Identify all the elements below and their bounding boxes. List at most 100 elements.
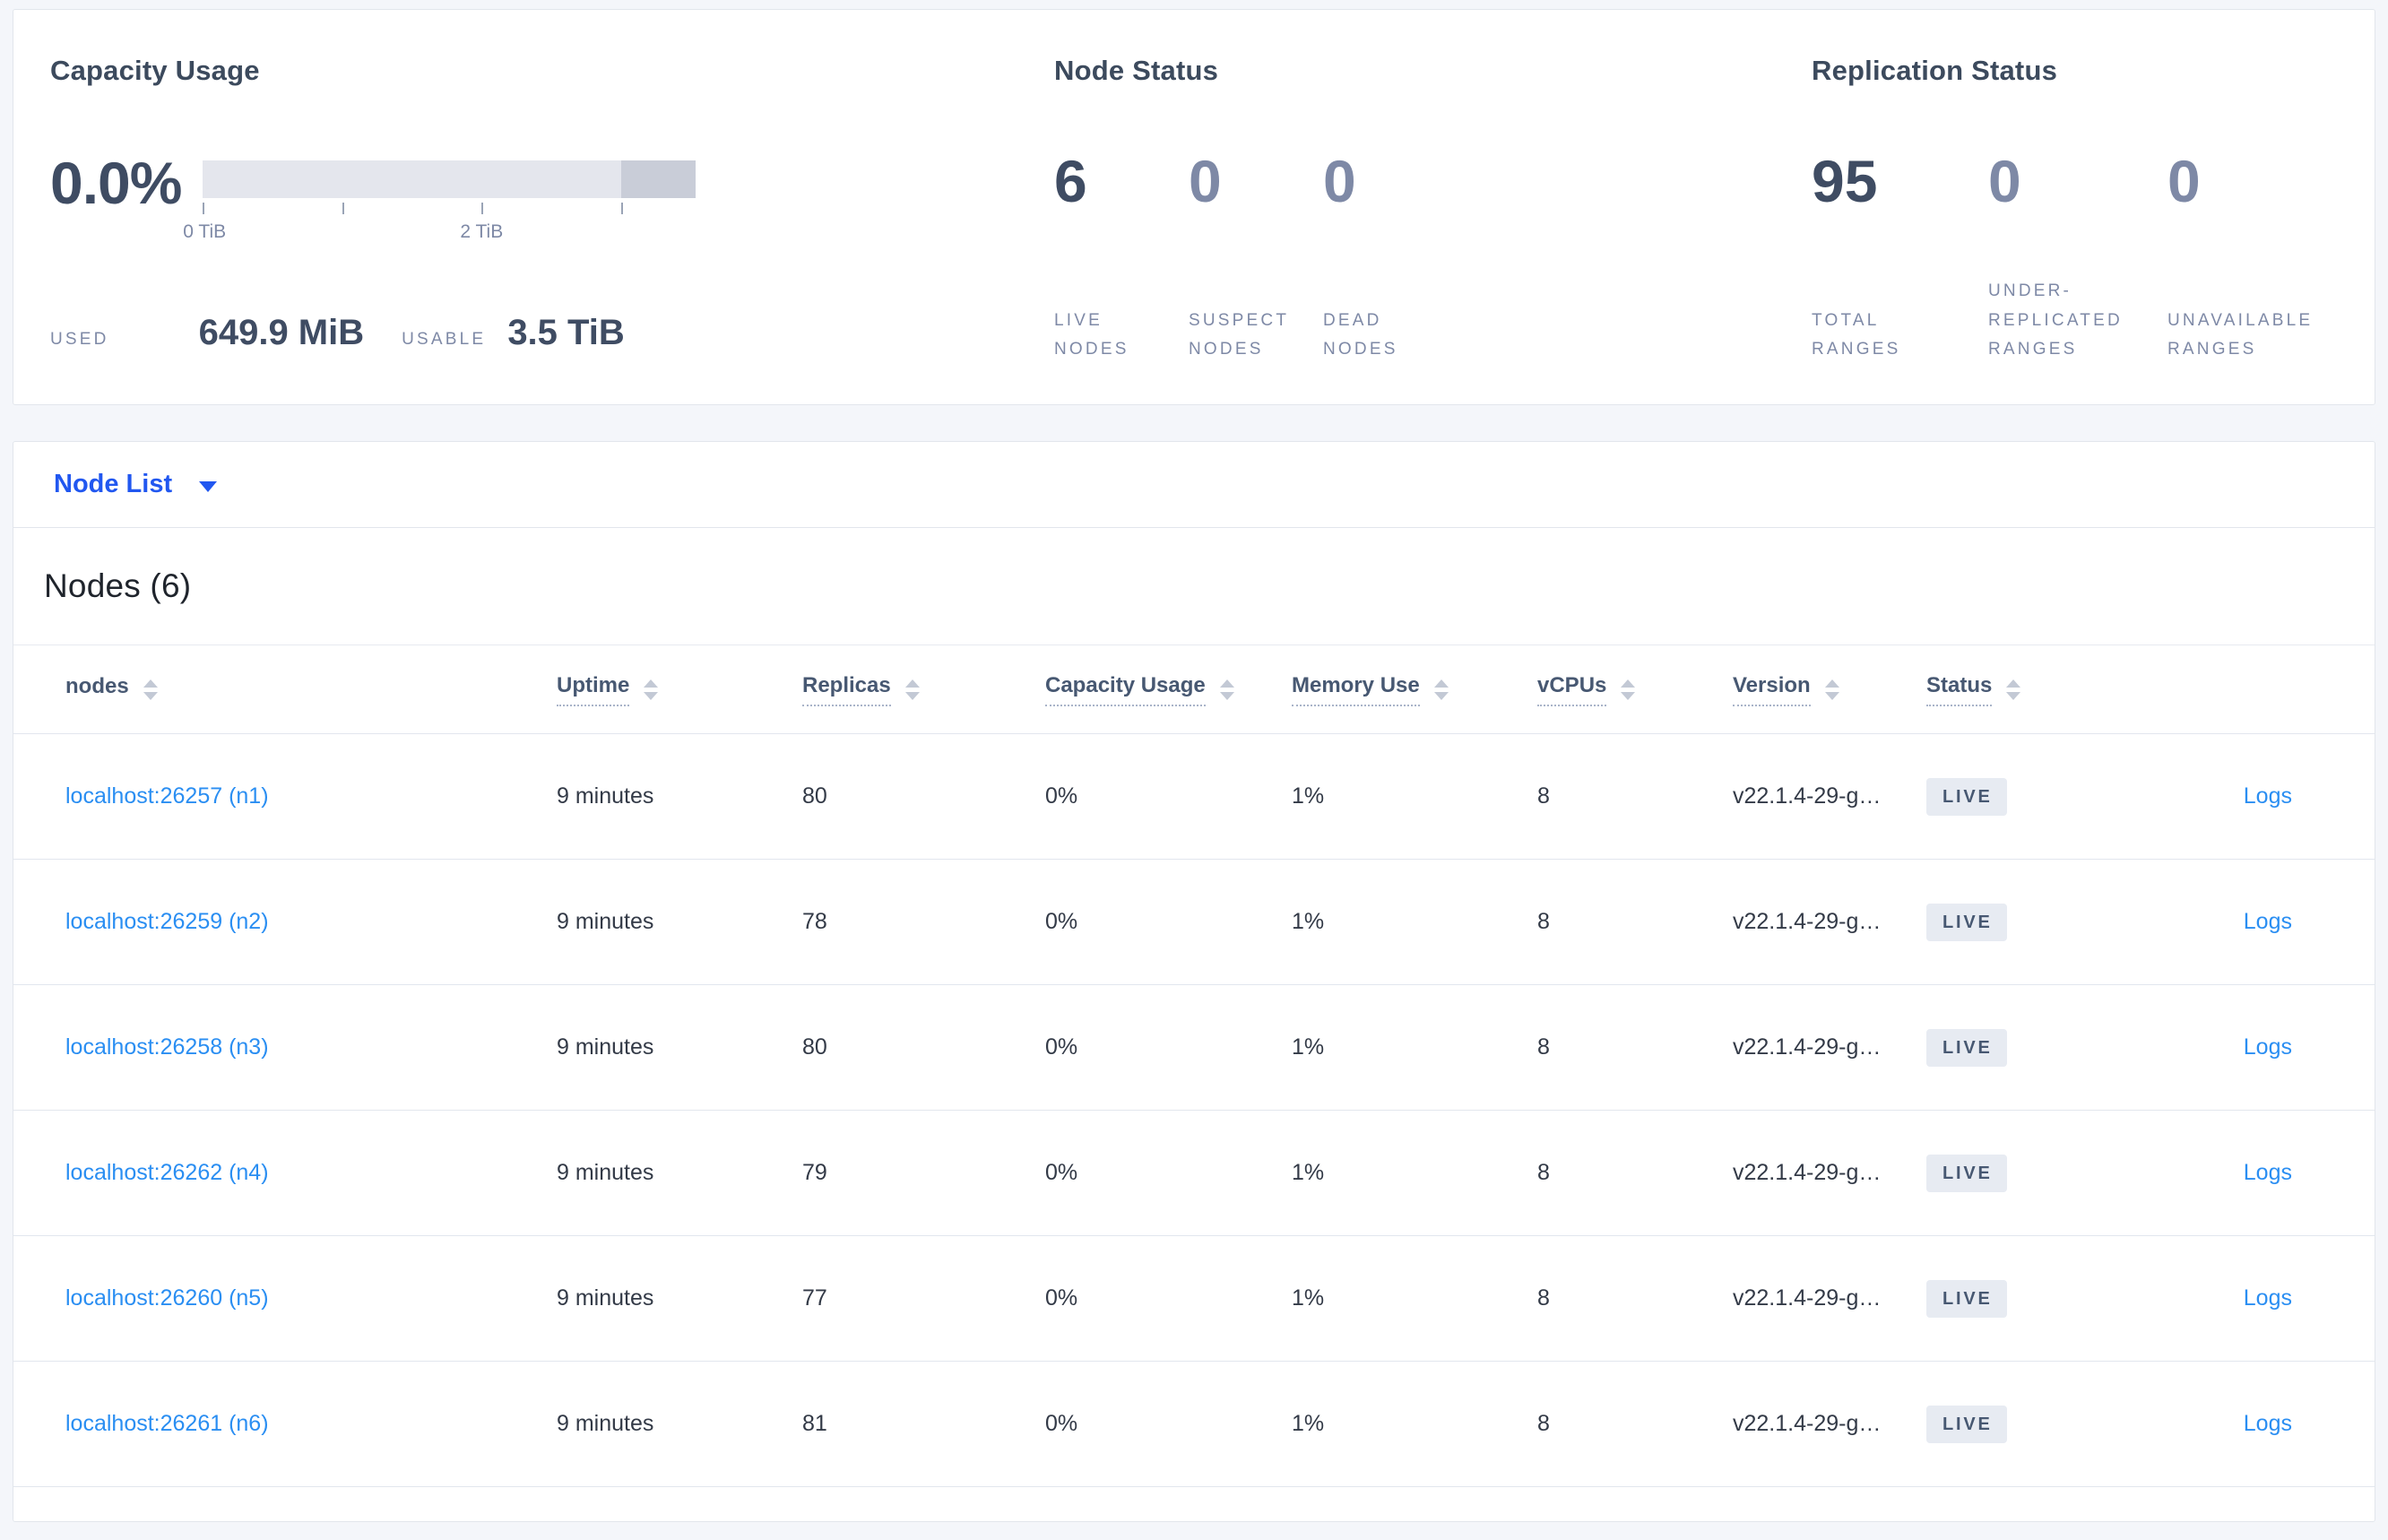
logs-link[interactable]: Logs — [2244, 1411, 2292, 1436]
cluster-summary-card: Capacity Usage 0.0% 0 TiB 2 TiB USED 649… — [13, 9, 2375, 405]
uptime-cell: 9 minutes — [557, 1160, 654, 1185]
column-header-memory-use[interactable]: Memory Use — [1292, 673, 1537, 706]
node-list-card: Node List Nodes (6) nodes Uptime Replica… — [13, 441, 2375, 1522]
live-nodes-metric: 6 LIVE NODES — [1054, 151, 1189, 365]
uptime-cell: 9 minutes — [557, 1411, 654, 1436]
logs-link[interactable]: Logs — [2244, 783, 2292, 809]
used-label: USED — [50, 330, 109, 349]
replication-metrics: 95 TOTAL RANGES 0 UNDER-REPLICATED RANGE… — [1812, 151, 2374, 365]
column-header-version[interactable]: Version — [1733, 673, 1926, 706]
capacity-cell: 0% — [1045, 1285, 1078, 1311]
replicas-cell: 77 — [802, 1285, 827, 1311]
node-link[interactable]: localhost:26257 (n1) — [65, 783, 269, 809]
suspect-nodes-value: 0 — [1189, 148, 1222, 214]
usable-label: USABLE — [402, 330, 487, 349]
capacity-bar-overflow-segment — [620, 160, 696, 198]
total-ranges-label: TOTAL RANGES — [1812, 310, 1901, 359]
replication-status-section: Replication Status 95 TOTAL RANGES 0 UND… — [1812, 44, 2385, 359]
logs-link[interactable]: Logs — [2244, 1285, 2292, 1311]
table-row: localhost:26262 (n4) 9 minutes 79 0% 1% … — [13, 1111, 2375, 1236]
uptime-cell: 9 minutes — [557, 1034, 654, 1060]
memory-cell: 1% — [1292, 1411, 1325, 1436]
total-ranges-metric: 95 TOTAL RANGES — [1812, 151, 1988, 365]
capacity-axis-tick — [620, 203, 623, 214]
version-cell: v22.1.4-29-g… — [1733, 1034, 1882, 1060]
suspect-nodes-label: SUSPECT NODES — [1189, 310, 1289, 359]
table-row: localhost:26259 (n2) 9 minutes 78 0% 1% … — [13, 860, 2375, 985]
node-link[interactable]: localhost:26262 (n4) — [65, 1160, 269, 1185]
vcpus-cell: 8 — [1537, 1411, 1550, 1436]
node-status-section: Node Status 6 LIVE NODES 0 SUSPECT NODES… — [1054, 44, 1556, 359]
node-link[interactable]: localhost:26261 (n6) — [65, 1411, 269, 1436]
sort-icon — [1433, 679, 1449, 700]
node-status-metrics: 6 LIVE NODES 0 SUSPECT NODES 0 DEAD NODE… — [1054, 151, 1458, 365]
capacity-axis-tick — [342, 203, 344, 214]
node-list-selector[interactable]: Node List — [13, 442, 2375, 528]
status-badge: LIVE — [1926, 1405, 2007, 1443]
version-cell: v22.1.4-29-g… — [1733, 909, 1882, 934]
capacity-cell: 0% — [1045, 783, 1078, 809]
column-header-uptime[interactable]: Uptime — [557, 673, 802, 706]
live-nodes-value: 6 — [1054, 148, 1087, 214]
replicas-cell: 80 — [802, 783, 827, 809]
capacity-axis-tick — [203, 203, 204, 214]
uptime-cell: 9 minutes — [557, 909, 654, 934]
capacity-bar: 0 TiB 2 TiB — [183, 160, 696, 242]
replicas-cell: 79 — [802, 1160, 827, 1185]
status-badge: LIVE — [1926, 903, 2007, 941]
node-link[interactable]: localhost:26260 (n5) — [65, 1285, 269, 1311]
sort-icon — [1219, 679, 1234, 700]
uptime-cell: 9 minutes — [557, 1285, 654, 1311]
node-link[interactable]: localhost:26259 (n2) — [65, 909, 269, 934]
table-row: localhost:26258 (n3) 9 minutes 80 0% 1% … — [13, 985, 2375, 1111]
capacity-used-percent: 0.0% — [50, 150, 182, 216]
capacity-axis-label: 2 TiB — [460, 221, 504, 242]
vcpus-cell: 8 — [1537, 909, 1550, 934]
replicas-cell: 78 — [802, 909, 827, 934]
memory-cell: 1% — [1292, 1034, 1325, 1060]
replicas-cell: 80 — [802, 1034, 827, 1060]
capacity-axis-label: 0 TiB — [183, 221, 227, 242]
column-header-capacity-usage[interactable]: Capacity Usage — [1045, 673, 1292, 706]
capacity-footer: USED 649.9 MiB USABLE 3.5 TiB — [50, 313, 625, 353]
version-cell: v22.1.4-29-g… — [1733, 1285, 1882, 1311]
chevron-down-icon — [199, 480, 218, 492]
under-replicated-ranges-value: 0 — [1988, 148, 2021, 214]
nodes-heading: Nodes (6) — [44, 567, 192, 604]
vcpus-cell: 8 — [1537, 1160, 1550, 1185]
column-header-vcpus[interactable]: vCPUs — [1537, 673, 1733, 706]
memory-cell: 1% — [1292, 783, 1325, 809]
suspect-nodes-metric: 0 SUSPECT NODES — [1189, 151, 1323, 365]
column-header-status[interactable]: Status — [1926, 673, 2159, 706]
sort-icon — [1621, 679, 1636, 700]
logs-link[interactable]: Logs — [2244, 1160, 2292, 1185]
unavailable-ranges-value: 0 — [2167, 148, 2201, 214]
table-row: localhost:26260 (n5) 9 minutes 77 0% 1% … — [13, 1236, 2375, 1362]
capacity-axis-tick — [481, 203, 484, 214]
replicas-cell: 81 — [802, 1411, 827, 1436]
used-value: 649.9 MiB — [198, 313, 365, 352]
vcpus-cell: 8 — [1537, 1285, 1550, 1311]
version-cell: v22.1.4-29-g… — [1733, 1160, 1882, 1185]
status-badge: LIVE — [1926, 1154, 2007, 1192]
node-link[interactable]: localhost:26258 (n3) — [65, 1034, 269, 1060]
uptime-cell: 9 minutes — [557, 783, 654, 809]
capacity-usage-section: Capacity Usage 0.0% 0 TiB 2 TiB USED 649… — [50, 44, 731, 352]
table-row: localhost:26261 (n6) 9 minutes 81 0% 1% … — [13, 1362, 2375, 1487]
sort-icon — [143, 679, 158, 700]
capacity-cell: 0% — [1045, 1160, 1078, 1185]
replication-status-title: Replication Status — [1812, 55, 2058, 86]
node-list-selector-label: Node List — [54, 470, 173, 498]
logs-link[interactable]: Logs — [2244, 1034, 2292, 1060]
unavailable-ranges-metric: 0 UNAVAILABLE RANGES — [2167, 151, 2374, 365]
table-row: localhost:26257 (n1) 9 minutes 80 0% 1% … — [13, 734, 2375, 860]
logs-link[interactable]: Logs — [2244, 909, 2292, 934]
column-header-replicas[interactable]: Replicas — [802, 673, 1045, 706]
capacity-cell: 0% — [1045, 909, 1078, 934]
vcpus-cell: 8 — [1537, 783, 1550, 809]
status-badge: LIVE — [1926, 1279, 2007, 1318]
dead-nodes-metric: 0 DEAD NODES — [1323, 151, 1458, 365]
column-header-nodes[interactable]: nodes — [65, 674, 557, 705]
capacity-bar-track — [203, 160, 696, 198]
memory-cell: 1% — [1292, 1160, 1325, 1185]
